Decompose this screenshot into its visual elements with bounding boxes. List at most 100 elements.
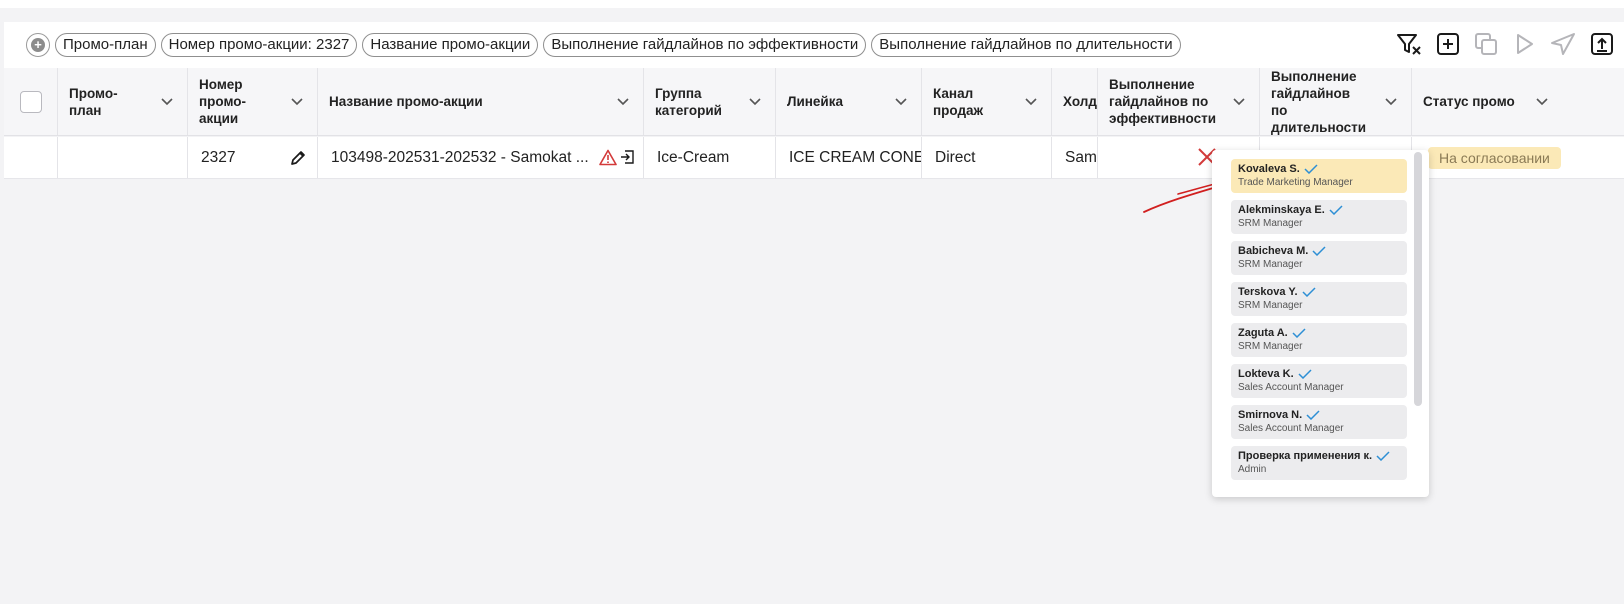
column-label: Выполнение гайдлайнов по эффективности (1109, 77, 1217, 126)
column-label: Группа категорий (655, 85, 722, 118)
approver-name-row: Smirnova N. (1238, 408, 1407, 422)
approver-name-row: Проверка применения к. (1238, 449, 1407, 463)
filter-chip-promo-name[interactable]: Название промо-акции (362, 33, 539, 57)
approver-name-row: Kovaleva S. (1238, 162, 1407, 176)
approver-name: Zaguta A. (1238, 327, 1288, 339)
promo-name-value: 103498-202531-202532 - Samokat ... (331, 148, 589, 166)
approver-role: SRM Manager (1238, 300, 1303, 311)
open-icon[interactable] (620, 150, 634, 164)
check-icon (1312, 246, 1326, 256)
chevron-down-icon[interactable] (291, 97, 303, 106)
column-label: Статус промо (1423, 94, 1515, 109)
filter-chips: + Промо-план Номер промо-акции: 2327 Наз… (26, 33, 1181, 57)
column-header-promo-plan[interactable]: Промо-план (58, 68, 188, 135)
column-header-category-group[interactable]: Группа категорий (644, 68, 776, 135)
approver-name: Alekminskaya E. (1238, 204, 1325, 216)
approvers-dropdown: Kovaleva S. Trade Marketing Manager Alek… (1212, 150, 1429, 497)
check-icon (1306, 410, 1320, 420)
chevron-down-icon[interactable] (617, 97, 629, 106)
add-filter-button[interactable]: + (26, 33, 50, 57)
column-header-duration[interactable]: Выполнение гайдлайнов по длительности (1260, 68, 1412, 135)
cell-holding: Sam (1052, 137, 1098, 178)
clear-filter-icon[interactable] (1396, 32, 1422, 56)
pencil-icon[interactable] (289, 149, 307, 167)
select-all-cell (4, 68, 58, 135)
approver-name: Smirnova N. (1238, 409, 1303, 421)
play-icon[interactable] (1512, 32, 1536, 56)
column-header-efficiency[interactable]: Выполнение гайдлайнов по эффективности (1098, 68, 1260, 135)
approver-name-row: Babicheva M. (1238, 244, 1407, 258)
toolbar-actions (1396, 32, 1614, 56)
warning-icon[interactable] (599, 149, 617, 166)
chevron-down-icon[interactable] (161, 97, 173, 106)
cell-promo-plan (58, 137, 188, 178)
check-icon (1376, 451, 1390, 461)
cell-sales-channel: Direct (922, 137, 1052, 178)
column-header-line[interactable]: Линейка (776, 68, 922, 135)
approver-name: Terskova Y. (1238, 286, 1298, 298)
cell-line: ICE CREAM CONE (776, 137, 922, 178)
column-header-status[interactable]: Статус промо (1412, 68, 1624, 135)
approver-role: Admin (1238, 464, 1267, 475)
approver-name: Babicheva M. (1238, 245, 1309, 257)
column-header-promo-name[interactable]: Название промо-акции (318, 68, 644, 135)
column-header-holding[interactable]: Холд (1052, 68, 1098, 135)
filter-toolbar: + Промо-план Номер промо-акции: 2327 Наз… (4, 22, 1624, 68)
select-all-checkbox[interactable] (19, 90, 42, 113)
promo-number-value: 2327 (201, 148, 236, 166)
chevron-down-icon[interactable] (1233, 97, 1245, 106)
chevron-down-icon[interactable] (1385, 97, 1397, 106)
add-icon[interactable] (1436, 32, 1460, 56)
column-label: Промо-план (69, 85, 118, 118)
approver-role: Trade Marketing Manager (1238, 177, 1353, 188)
row-select-cell[interactable] (4, 137, 58, 178)
filter-chip-duration[interactable]: Выполнение гайдлайнов по длительности (871, 33, 1181, 57)
approver-name: Kovaleva S. (1238, 163, 1300, 175)
dropdown-scrollbar[interactable] (1414, 152, 1422, 406)
approver-name-row: Terskova Y. (1238, 285, 1407, 299)
column-header-promo-number[interactable]: Номер промо-акции (188, 68, 318, 135)
approver-item[interactable]: Kovaleva S. Trade Marketing Manager (1231, 159, 1407, 193)
approver-name-row: Zaguta A. (1238, 326, 1407, 340)
filter-chip-efficiency[interactable]: Выполнение гайдлайнов по эффективности (543, 33, 867, 57)
column-label: Название промо-акции (329, 94, 483, 109)
approver-item[interactable]: Babicheva M. SRM Manager (1231, 241, 1407, 275)
approver-item[interactable]: Smirnova N. Sales Account Manager (1231, 405, 1407, 439)
chevron-down-icon[interactable] (1025, 97, 1037, 106)
filter-chip-promo-number[interactable]: Номер промо-акции: 2327 (160, 33, 358, 57)
cell-status: На согласовании (1412, 137, 1624, 178)
approver-item[interactable]: Lokteva K. Sales Account Manager (1231, 364, 1407, 398)
approver-role: Sales Account Manager (1238, 423, 1344, 434)
plus-circle-icon: + (31, 38, 45, 52)
column-label: Номер промо-акции (199, 77, 247, 126)
check-icon (1298, 369, 1312, 379)
column-label: Холд (1063, 94, 1097, 109)
check-icon (1304, 164, 1318, 174)
approver-name: Lokteva K. (1238, 368, 1294, 380)
check-icon (1292, 328, 1306, 338)
chevron-down-icon[interactable] (895, 97, 907, 106)
chevron-down-icon[interactable] (749, 97, 761, 106)
copy-icon[interactable] (1474, 32, 1498, 56)
approver-role: SRM Manager (1238, 218, 1303, 229)
column-label: Линейка (787, 94, 843, 109)
column-label: Выполнение гайдлайнов по длительности (1271, 68, 1367, 135)
approver-item[interactable]: Terskova Y. SRM Manager (1231, 282, 1407, 316)
send-icon[interactable] (1550, 32, 1576, 56)
cell-promo-name: 103498-202531-202532 - Samokat ... (318, 137, 644, 178)
chevron-down-icon[interactable] (1536, 97, 1548, 106)
column-header-sales-channel[interactable]: Канал продаж (922, 68, 1052, 135)
status-badge: На согласовании (1428, 146, 1561, 169)
approver-name: Проверка применения к. (1238, 450, 1373, 462)
cell-promo-number: 2327 (188, 137, 318, 178)
approver-role: SRM Manager (1238, 341, 1303, 352)
approver-name-row: Lokteva K. (1238, 367, 1407, 381)
approver-item[interactable]: Zaguta A. SRM Manager (1231, 323, 1407, 357)
column-label: Канал продаж (933, 85, 984, 118)
filter-chip-promo-plan[interactable]: Промо-план (55, 33, 156, 57)
approver-item[interactable]: Проверка применения к. Admin (1231, 446, 1407, 480)
approver-role: SRM Manager (1238, 259, 1303, 270)
approver-role: Sales Account Manager (1238, 382, 1344, 393)
approver-item[interactable]: Alekminskaya E. SRM Manager (1231, 200, 1407, 234)
export-icon[interactable] (1590, 32, 1614, 56)
